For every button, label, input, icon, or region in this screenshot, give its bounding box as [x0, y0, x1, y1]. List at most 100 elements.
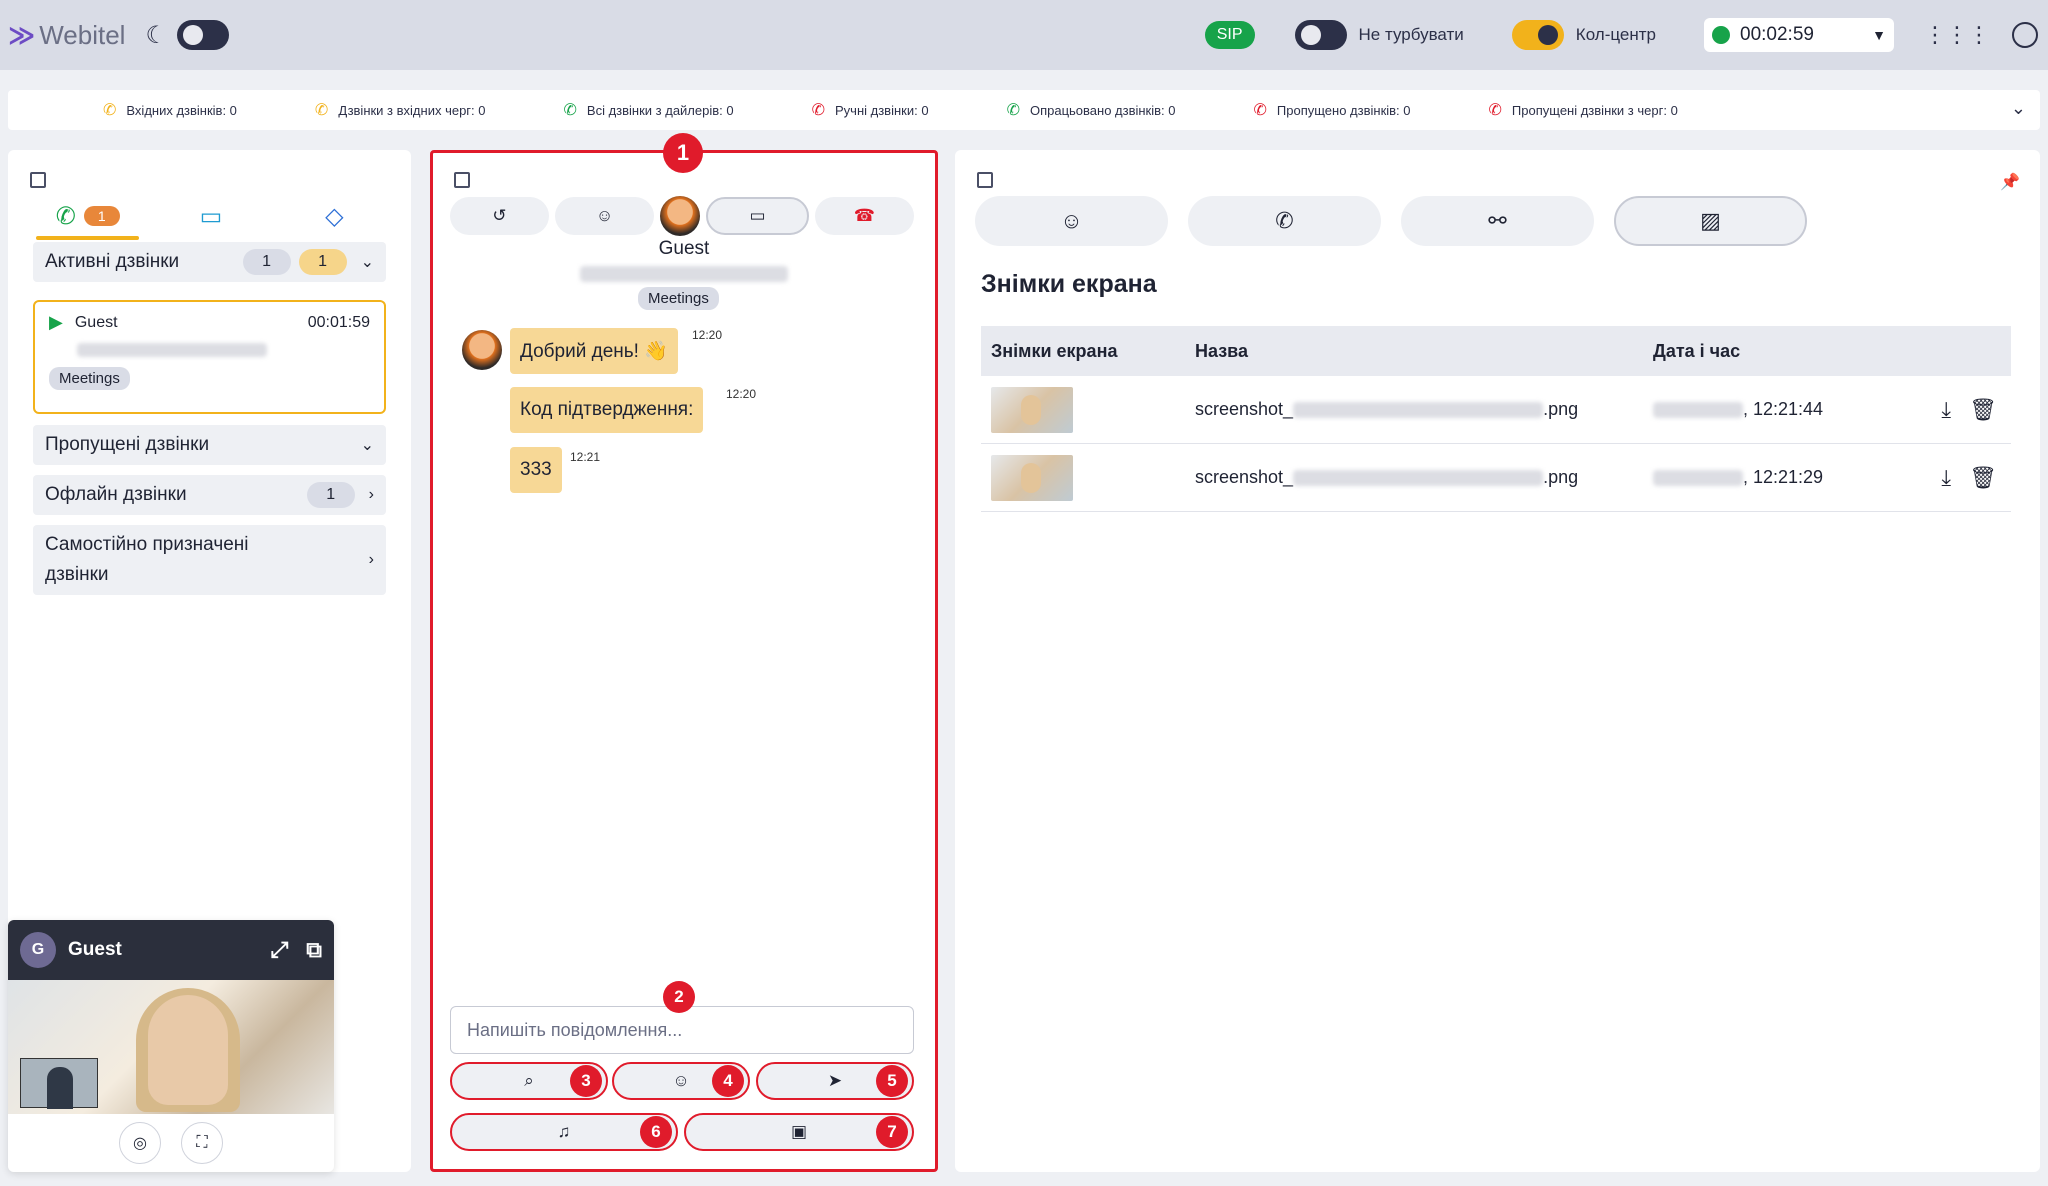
callcenter-label: Кол-центр	[1575, 25, 1656, 44]
marker-6: 6	[640, 1116, 672, 1148]
tab-flow[interactable]: ⚯	[1401, 196, 1594, 246]
pin-icon[interactable]: 📌	[2000, 172, 2020, 192]
file-date: , 12:21:44	[1653, 399, 1913, 420]
stat-label: Пропущено дзвінків: 0	[1276, 102, 1411, 118]
blurred-file-id	[1293, 401, 1544, 418]
user-account-icon[interactable]	[2012, 22, 2038, 48]
attach-button[interactable]: ⌕ 3	[450, 1062, 608, 1100]
screenshot-thumbnail[interactable]	[991, 454, 1073, 501]
thumbnail-cell	[981, 386, 1195, 433]
tab-alerts[interactable]: ◇	[273, 192, 396, 240]
callcenter-toggle[interactable]	[1511, 20, 1564, 50]
screenshots-table: Знімки екрана Назва Дата і час screensho…	[981, 326, 2011, 512]
stat-queue: ✆ Дзвінки з вхідних черг: 0	[315, 100, 486, 120]
blurred-contact	[77, 343, 267, 357]
missed-calls-section[interactable]: Пропущені дзвінки ⌄	[33, 425, 386, 465]
stat-label: Ручні дзвінки: 0	[835, 102, 929, 118]
tab-screenshots[interactable]: ▨	[1614, 196, 1807, 246]
file-date: , 12:21:29	[1653, 467, 1913, 488]
tab-chats[interactable]: ▭	[149, 192, 272, 240]
screenshot-thumbnail[interactable]	[991, 386, 1073, 433]
self-view	[20, 1058, 98, 1109]
blurred-date	[1653, 401, 1743, 418]
tab-calls[interactable]: ✆ 1	[26, 192, 149, 240]
download-icon[interactable]: ⤓	[1941, 465, 1951, 491]
tab-client-info[interactable]: ☺	[975, 196, 1168, 246]
stat-manual: ✆ Ручні дзвінки: 0	[812, 100, 929, 120]
video-caller-name: Guest	[68, 939, 122, 960]
queue-call-icon: ✆	[314, 102, 329, 119]
tab-call[interactable]: ✆	[1188, 196, 1381, 246]
dnd-label: Не турбувати	[1358, 25, 1464, 44]
status-timer-dropdown[interactable]: 00:02:59 ▼	[1704, 18, 1894, 52]
marker-5: 5	[876, 1065, 908, 1097]
self-assigned-section[interactable]: Самостійно призначені дзвінки ›	[33, 525, 386, 595]
video-call-icon: ▶	[49, 312, 63, 332]
screenshots-panel: 📌 ☺ ✆ ⚯ ▨ Знімки екрана Знімки екрана На…	[955, 150, 2040, 1172]
file-name-prefix: screenshot_	[1195, 399, 1294, 419]
chevron-down-icon[interactable]: ⌄	[2011, 98, 2026, 119]
processed-call-icon: ✆	[1006, 102, 1020, 119]
microphone-icon: ♫	[557, 1122, 571, 1141]
phone-icon: ✆	[1275, 208, 1294, 233]
phone-icon: ✆	[55, 202, 76, 230]
chevron-right-icon: ›	[368, 551, 374, 568]
logo-text: Webitel	[39, 19, 126, 50]
count-badge-highlight: 1	[298, 249, 347, 275]
expand-icon[interactable]	[977, 172, 993, 188]
stat-dialer: ✆ Всі дзвінки з дайлерів: 0	[564, 100, 734, 120]
panel-title: Знімки екрана	[981, 270, 1157, 298]
chevron-right-icon: ›	[368, 486, 374, 503]
webitel-logo-icon: ≫	[8, 19, 36, 50]
active-call-card[interactable]: ▶ Guest 00:01:59 Meetings	[33, 300, 386, 414]
chevron-down-icon: ⌄	[360, 437, 374, 454]
face-shape	[148, 995, 228, 1105]
missed-queue-call-icon: ✆	[1488, 102, 1502, 119]
count-badge: 1	[242, 249, 291, 275]
info-tabs: ☺ ✆ ⚯ ▨	[975, 196, 1807, 246]
video-button[interactable]: ▣ 7	[684, 1113, 914, 1151]
stat-label: Всі дзвінки з дайлерів: 0	[586, 102, 734, 118]
file-name: screenshot_ .png	[1195, 399, 1653, 420]
webitel-logo: ≫ Webitel	[8, 20, 125, 51]
stat-incoming: ✆ Вхідних дзвінків: 0	[103, 100, 237, 120]
theme-toggle[interactable]	[176, 20, 229, 50]
trash-icon[interactable]: 🗑	[1969, 397, 1997, 423]
send-button[interactable]: ➤ 5	[756, 1062, 914, 1100]
call-name: Guest	[74, 313, 118, 331]
blurred-date	[1653, 469, 1743, 486]
avatar: G	[20, 932, 56, 968]
chat-icon: ▭	[199, 202, 223, 230]
stat-label: Дзвінки з вхідних черг: 0	[338, 102, 486, 118]
moon-icon: ☾	[145, 21, 167, 49]
file-name: screenshot_ .png	[1195, 467, 1653, 488]
incoming-call-icon: ✆	[103, 102, 117, 119]
dnd-toggle[interactable]	[1294, 20, 1347, 50]
section-label-line1: Самостійно призначені	[45, 534, 249, 555]
voice-button[interactable]: ♫ 6	[450, 1113, 678, 1151]
paperclip-icon: ⌕	[524, 1071, 534, 1090]
dialer-call-icon: ✆	[563, 102, 577, 119]
status-timer: 00:02:59	[1740, 24, 1814, 45]
section-label: Офлайн дзвінки	[45, 484, 187, 505]
offline-calls-section[interactable]: Офлайн дзвінки 1 ›	[33, 475, 386, 515]
popout-icon[interactable]: ⧉	[306, 937, 322, 963]
thumbnail-cell	[981, 454, 1195, 501]
trash-icon[interactable]: 🗑	[1969, 465, 1997, 491]
focus-frame-icon: ⛶	[196, 1134, 208, 1151]
alert-diamond-icon: ◇	[325, 202, 344, 230]
file-name-suffix: .png	[1543, 399, 1579, 419]
screenshot-button[interactable]: ◎	[119, 1122, 161, 1164]
expand-icon[interactable]	[30, 172, 46, 188]
file-time: , 12:21:44	[1743, 399, 1824, 419]
file-name-prefix: screenshot_	[1195, 467, 1294, 487]
capture-area-button[interactable]: ⛶	[181, 1122, 223, 1164]
emoji-button[interactable]: ☺ 4	[612, 1062, 750, 1100]
marker-7: 7	[876, 1116, 908, 1148]
video-camera-icon: ▣	[790, 1122, 808, 1141]
download-icon[interactable]: ⤓	[1941, 397, 1951, 423]
active-calls-section[interactable]: Активні дзвінки 1 1 ⌄	[33, 242, 386, 282]
fullscreen-icon[interactable]: ⤢	[271, 937, 289, 963]
apps-grid-icon[interactable]: ⋮⋮⋮	[1924, 22, 1990, 48]
stat-label: Пропущені дзвінки з черг: 0	[1511, 102, 1678, 118]
